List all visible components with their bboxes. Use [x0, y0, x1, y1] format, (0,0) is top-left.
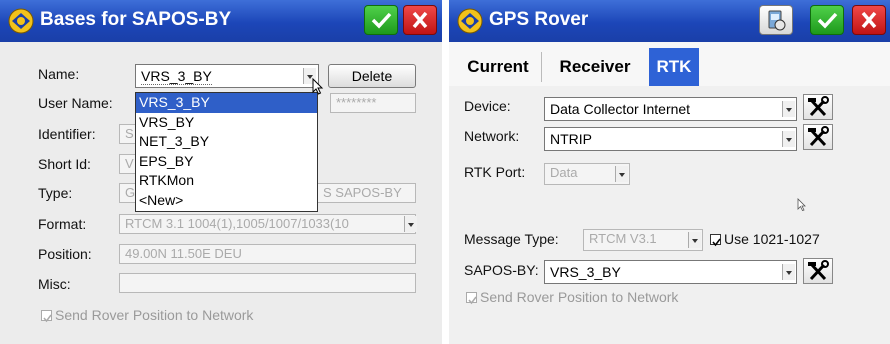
gps-rover-dialog: GPS Rover Current Receiver RTK Device: D…	[449, 0, 890, 344]
close-icon	[412, 11, 428, 29]
close-icon	[861, 11, 877, 29]
message-type-select[interactable]: RTCM V3.1	[583, 229, 703, 251]
app-logo-icon	[8, 8, 34, 34]
short-id-label: Short Id:	[38, 156, 91, 172]
mouse-cursor-icon	[312, 78, 324, 95]
tab-divider	[541, 52, 542, 82]
tab-rtk[interactable]: RTK	[649, 48, 699, 86]
device-label: Device:	[464, 98, 511, 114]
chevron-down-icon[interactable]	[615, 166, 628, 182]
wrench-hammer-icon	[808, 260, 829, 281]
network-value: NTRIP	[550, 131, 592, 147]
window-title: Bases for SAPOS-BY	[40, 9, 232, 30]
dropdown-option[interactable]: <New>	[136, 191, 317, 211]
cancel-button[interactable]	[403, 5, 437, 35]
tab-current[interactable]: Current	[457, 48, 539, 86]
chevron-down-icon[interactable]	[782, 264, 795, 280]
device-select[interactable]: Data Collector Internet	[544, 97, 797, 121]
dropdown-option[interactable]: VRS_3_BY	[136, 93, 317, 113]
title-bar: Bases for SAPOS-BY	[0, 0, 442, 42]
device-settings-button[interactable]	[759, 5, 793, 35]
use-1021-label: Use 1021-1027	[724, 231, 820, 247]
tab-strip: Current Receiver RTK	[449, 42, 890, 86]
checkmark-small-icon	[712, 238, 721, 247]
bases-dialog: Bases for SAPOS-BY Name: VRS_3_BY Delete…	[0, 0, 442, 344]
name-select[interactable]: VRS_3_BY	[135, 64, 319, 88]
cancel-button[interactable]	[852, 5, 886, 35]
position-label: Position:	[38, 246, 92, 262]
rtk-port-label: RTK Port:	[464, 164, 526, 180]
rtk-port-select[interactable]: Data	[544, 163, 630, 185]
message-type-value: RTCM V3.1	[589, 231, 657, 246]
misc-field[interactable]	[119, 273, 416, 293]
sapos-config-button[interactable]	[803, 258, 833, 284]
wrench-hammer-icon	[808, 96, 829, 117]
misc-label: Misc:	[38, 276, 71, 292]
send-position-checkbox[interactable]	[466, 292, 477, 305]
format-field[interactable]: RTCM 3.1 1004(1),1005/1007/1033(10	[119, 214, 416, 234]
identifier-label: Identifier:	[38, 126, 96, 142]
app-logo-icon	[457, 8, 483, 34]
dropdown-option[interactable]: EPS_BY	[136, 152, 317, 172]
type-field-right: S SAPOS-BY	[318, 183, 416, 203]
name-dropdown-list: VRS_3_BY VRS_BY NET_3_BY EPS_BY RTKMon <…	[135, 92, 318, 212]
dropdown-option[interactable]: VRS_BY	[136, 113, 317, 133]
name-value: VRS_3_BY	[141, 68, 212, 85]
sapos-select[interactable]: VRS_3_BY	[544, 260, 797, 284]
user-name-label: User Name:	[38, 95, 113, 111]
send-position-label: Send Rover Position to Network	[55, 307, 254, 323]
delete-button[interactable]: Delete	[328, 64, 416, 88]
checkmark-small-icon	[468, 296, 477, 305]
network-config-button[interactable]	[803, 124, 833, 150]
device-value: Data Collector Internet	[550, 101, 691, 117]
sapos-label: SAPOS-BY:	[464, 262, 539, 278]
send-position-label: Send Rover Position to Network	[480, 289, 679, 305]
chevron-down-icon[interactable]	[782, 101, 795, 117]
dropdown-option[interactable]: NET_3_BY	[136, 132, 317, 152]
checkmark-icon	[371, 12, 392, 29]
dropdown-option[interactable]: RTKMon	[136, 171, 317, 191]
device-settings-icon	[768, 10, 786, 31]
format-label: Format:	[38, 216, 87, 232]
rtk-port-value: Data	[550, 165, 578, 180]
name-label: Name:	[38, 66, 80, 82]
tab-receiver[interactable]: Receiver	[545, 48, 645, 86]
chevron-down-icon[interactable]	[688, 232, 701, 248]
password-field[interactable]: ********	[330, 93, 416, 113]
checkmark-small-icon	[43, 314, 52, 323]
window-title: GPS Rover	[489, 9, 589, 30]
message-type-label: Message Type:	[464, 231, 559, 247]
chevron-down-icon[interactable]	[782, 131, 795, 147]
send-position-checkbox[interactable]	[41, 310, 52, 323]
format-chevron-icon[interactable]	[404, 216, 417, 232]
sapos-value: VRS_3_BY	[550, 264, 621, 280]
position-field[interactable]: 49.00N 11.50E DEU	[119, 244, 416, 264]
device-config-button[interactable]	[803, 94, 833, 120]
network-select[interactable]: NTRIP	[544, 127, 797, 151]
checkmark-icon	[817, 12, 838, 29]
rtk-body: Device: Data Collector Internet Network:…	[449, 86, 890, 344]
use-1021-checkbox[interactable]	[710, 234, 721, 247]
wrench-hammer-icon	[808, 126, 829, 147]
network-label: Network:	[464, 128, 520, 144]
mouse-cursor-icon	[797, 198, 806, 211]
type-label: Type:	[38, 185, 73, 201]
ok-button[interactable]	[810, 5, 844, 35]
ok-button[interactable]	[364, 5, 398, 35]
title-bar: GPS Rover	[449, 0, 890, 42]
